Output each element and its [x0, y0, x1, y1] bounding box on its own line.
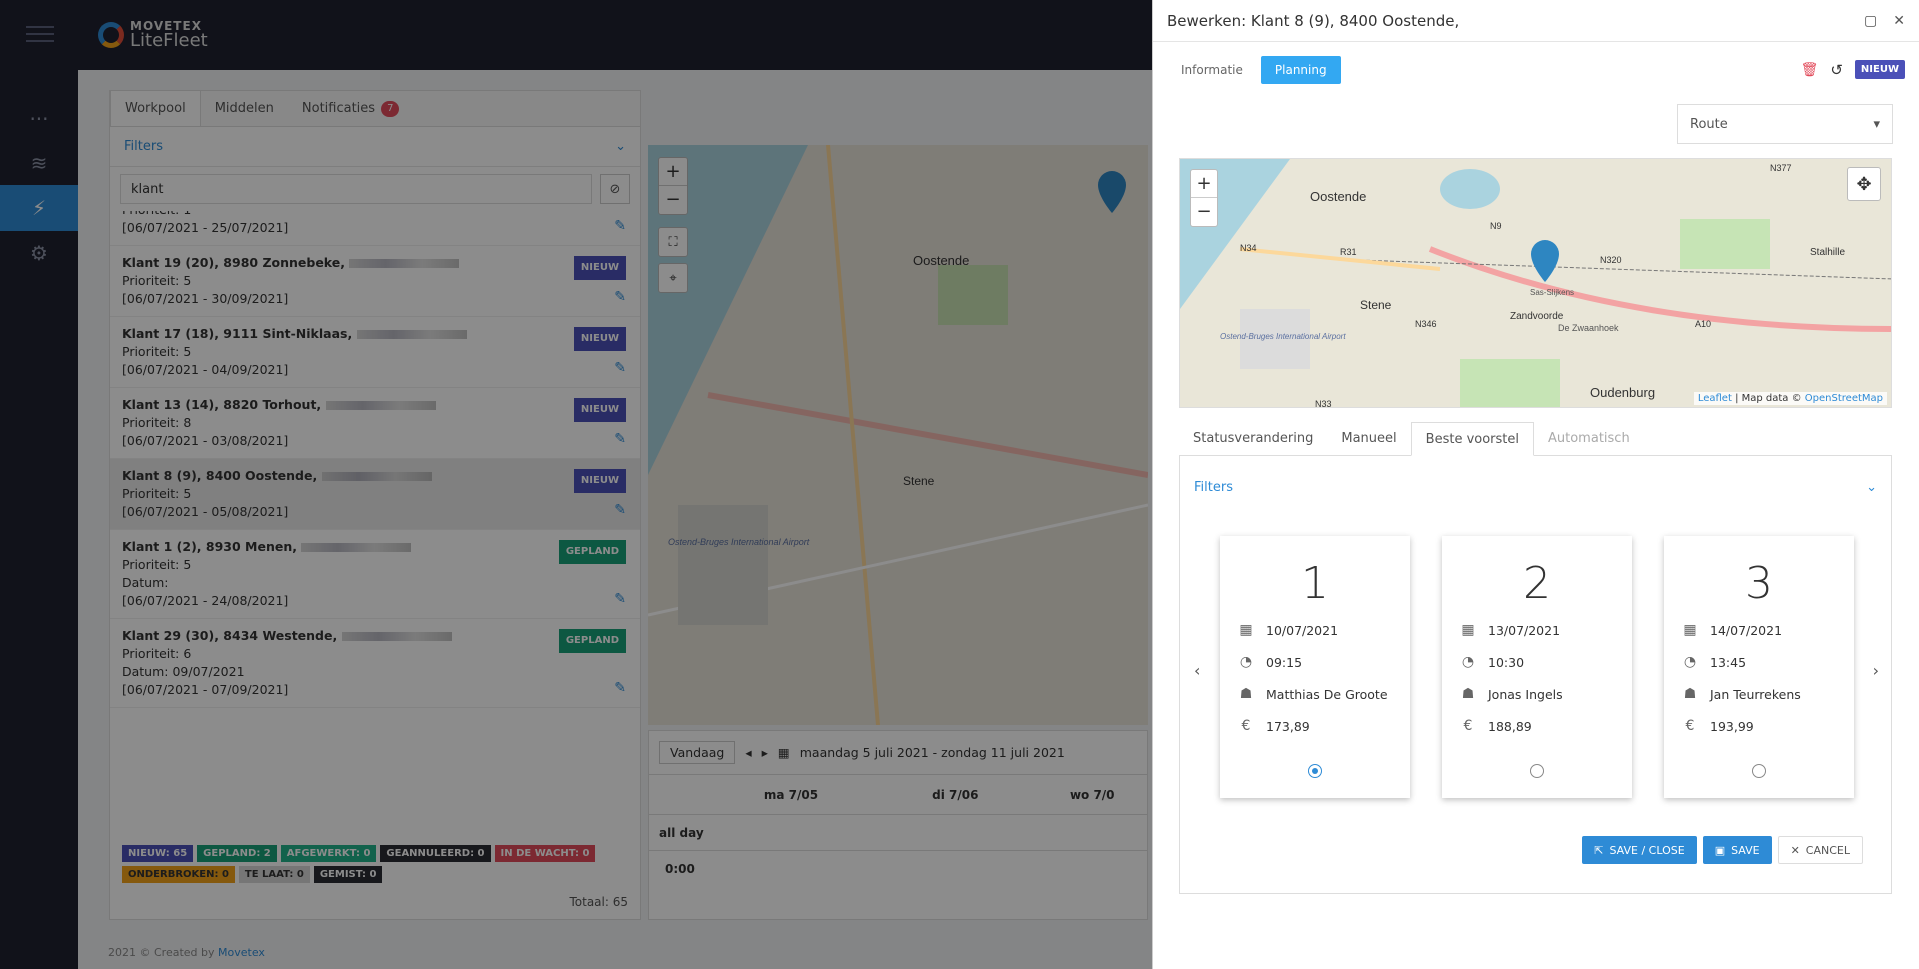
- zoom-control: + −: [1190, 169, 1218, 227]
- map-place: Sas-Slijkens: [1530, 288, 1574, 297]
- proposal-time: 10:30: [1488, 654, 1525, 670]
- attribution-text: | Map data ©: [1735, 393, 1802, 404]
- map-place: Zandvoorde: [1510, 311, 1564, 322]
- tab-informatie[interactable]: Informatie: [1167, 56, 1257, 84]
- proposal-card[interactable]: 2 ▦ 13/07/2021 ◔ 10:30 ☗ Jonas Ingels €188,…: [1442, 536, 1632, 798]
- tab-automatisch[interactable]: Automatisch: [1534, 422, 1644, 455]
- proposal-price: 188,89: [1488, 718, 1532, 734]
- map-place: Ostend-Bruges International Airport: [1220, 332, 1346, 341]
- undo-icon[interactable]: ↺: [1830, 61, 1843, 79]
- planning-map-tiles: Oostende Stene Zandvoorde De Zwaanhoek O…: [1180, 159, 1891, 408]
- map-road: A10: [1695, 319, 1711, 329]
- map-road: N33: [1315, 399, 1332, 408]
- proposal-number: 3: [1745, 558, 1773, 609]
- modal-tabs: Informatie Planning: [1167, 56, 1341, 84]
- map-place: Oostende: [1310, 189, 1366, 204]
- modal-title: Bewerken: Klant 8 (9), 8400 Oostende,: [1167, 11, 1460, 30]
- proposal-person: Jan Teurrekens: [1710, 686, 1801, 702]
- clock-icon: ◔: [1239, 654, 1253, 670]
- carousel-prev-icon[interactable]: ‹: [1194, 661, 1200, 680]
- route-select-value: Route: [1690, 116, 1728, 132]
- clock-icon: ◔: [1683, 654, 1697, 670]
- form-buttons: ⇱ SAVE / CLOSE ▣ SAVE ✕ CANCEL: [1582, 836, 1863, 864]
- share-icon: ⇱: [1594, 843, 1604, 857]
- x-icon: ✕: [1790, 843, 1800, 857]
- proposal-date: 14/07/2021: [1710, 622, 1783, 638]
- proposal-radio[interactable]: [1752, 764, 1766, 778]
- map-road: N346: [1415, 319, 1437, 329]
- maximize-icon[interactable]: ▢: [1864, 13, 1877, 29]
- calendar-icon: ▦: [1239, 622, 1253, 638]
- close-icon[interactable]: ✕: [1893, 13, 1905, 29]
- calendar-icon: ▦: [1683, 622, 1697, 638]
- clock-icon: ◔: [1461, 654, 1475, 670]
- osm-link[interactable]: OpenStreetMap: [1805, 393, 1883, 404]
- euro-icon: €: [1685, 718, 1695, 734]
- map-place: De Zwaanhoek: [1558, 323, 1619, 333]
- tab-statusverandering[interactable]: Statusverandering: [1179, 422, 1327, 455]
- proposal-number: 2: [1523, 558, 1551, 609]
- zoom-out-button[interactable]: −: [1191, 198, 1217, 226]
- modal-header: Bewerken: Klant 8 (9), 8400 Oostende, ▢ …: [1153, 0, 1919, 42]
- cancel-button[interactable]: ✕ CANCEL: [1777, 836, 1863, 864]
- planning-subtabs: Statusverandering Manueel Beste voorstel…: [1179, 422, 1892, 456]
- proposal-price: 193,99: [1710, 718, 1754, 734]
- person-icon: ☗: [1239, 686, 1253, 702]
- floppy-icon: ▣: [1714, 843, 1726, 857]
- proposal-time: 13:45: [1710, 654, 1747, 670]
- tab-planning[interactable]: Planning: [1260, 56, 1341, 84]
- proposal-number: 1: [1301, 558, 1329, 609]
- euro-icon: €: [1241, 718, 1251, 734]
- proposal-date: 10/07/2021: [1266, 622, 1339, 638]
- modal-backdrop[interactable]: [0, 0, 1152, 969]
- proposal-person: Matthias De Groote: [1266, 686, 1388, 702]
- zoom-in-button[interactable]: +: [1191, 170, 1217, 198]
- caret-down-icon: ▾: [1873, 116, 1880, 132]
- map-road: N377: [1770, 163, 1792, 173]
- map-place: Stalhille: [1810, 247, 1845, 258]
- save-label: SAVE: [1731, 843, 1760, 857]
- leaflet-link[interactable]: Leaflet: [1698, 393, 1732, 404]
- save-close-label: SAVE / CLOSE: [1609, 843, 1685, 857]
- proposal-time: 09:15: [1266, 654, 1303, 670]
- proposal-filters-label: Filters: [1194, 480, 1233, 495]
- tab-manueel[interactable]: Manueel: [1327, 422, 1410, 455]
- move-arrows-icon[interactable]: ✥: [1847, 167, 1881, 201]
- cancel-label: CANCEL: [1805, 843, 1850, 857]
- save-close-button[interactable]: ⇱ SAVE / CLOSE: [1582, 836, 1697, 864]
- person-icon: ☗: [1461, 686, 1475, 702]
- map-road: N34: [1240, 243, 1257, 253]
- nieuw-status-badge: NIEUW: [1854, 60, 1905, 79]
- planning-map[interactable]: Oostende Stene Zandvoorde De Zwaanhoek O…: [1179, 158, 1892, 408]
- save-button[interactable]: ▣ SAVE: [1702, 836, 1772, 864]
- proposal-card[interactable]: 1 ▦ 10/07/2021 ◔ 09:15 ☗ Matthias De Groote…: [1220, 536, 1410, 798]
- tab-beste-voorstel[interactable]: Beste voorstel: [1410, 422, 1534, 456]
- proposal-cards: ‹ › 1 ▦ 10/07/2021 ◔ 09:15 ☗ Matthias De Gr…: [1180, 536, 1893, 798]
- proposal-price: 173,89: [1266, 718, 1310, 734]
- carousel-next-icon[interactable]: ›: [1873, 661, 1879, 680]
- proposal-filters-toggle[interactable]: Filters ⌄: [1194, 480, 1877, 495]
- planning-map-marker-icon[interactable]: [1531, 240, 1559, 282]
- route-select[interactable]: Route ▾: [1677, 104, 1893, 144]
- edit-modal: Bewerken: Klant 8 (9), 8400 Oostende, ▢ …: [1152, 0, 1919, 969]
- beste-voorstel-panel: Filters ⌄ ‹ › 1 ▦ 10/07/2021 ◔ 09:15 ☗ Matt…: [1179, 456, 1892, 894]
- map-road: N9: [1490, 221, 1502, 231]
- map-road: R31: [1340, 247, 1357, 257]
- map-road: N320: [1600, 255, 1622, 265]
- chevron-down-icon: ⌄: [1866, 480, 1877, 495]
- calendar-icon: ▦: [1461, 622, 1475, 638]
- euro-icon: €: [1463, 718, 1473, 734]
- modal-actions: 🗑 ↺ NIEUW: [1801, 60, 1905, 79]
- proposal-radio[interactable]: [1530, 764, 1544, 778]
- map-place: Stene: [1360, 298, 1392, 312]
- map-attribution: Leaflet | Map data © OpenStreetMap: [1693, 392, 1887, 405]
- map-place: Oudenburg: [1590, 385, 1655, 400]
- person-icon: ☗: [1683, 686, 1697, 702]
- proposal-person: Jonas Ingels: [1488, 686, 1563, 702]
- proposal-card[interactable]: 3 ▦ 14/07/2021 ◔ 13:45 ☗ Jan Teurrekens €19…: [1664, 536, 1854, 798]
- trash-icon[interactable]: 🗑: [1801, 62, 1819, 78]
- proposal-date: 13/07/2021: [1488, 622, 1561, 638]
- proposal-radio[interactable]: [1308, 764, 1322, 778]
